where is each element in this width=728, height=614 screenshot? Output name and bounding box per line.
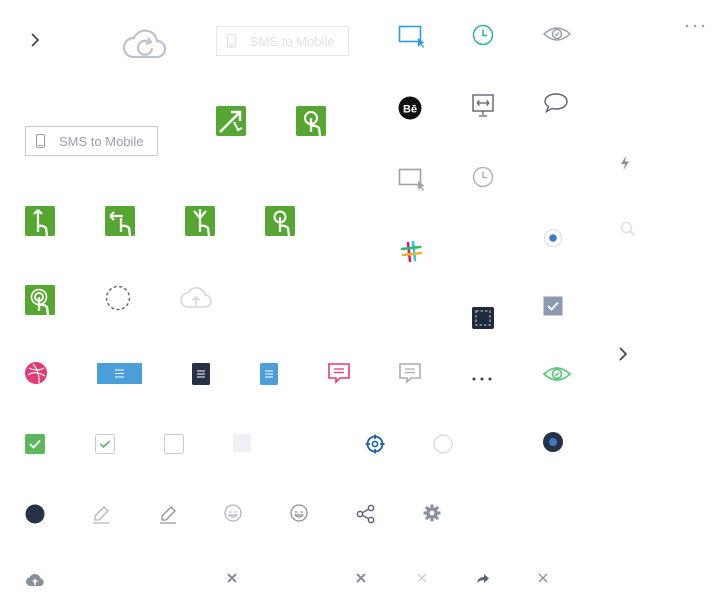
eye-icon[interactable] — [542, 364, 572, 384]
checkbox-disabled-icon — [233, 434, 251, 452]
close-icon[interactable] — [226, 572, 238, 584]
menu-bar-icon[interactable] — [97, 363, 142, 384]
gesture-double-tap-icon — [25, 285, 55, 316]
dribbble-icon[interactable] — [25, 362, 47, 384]
selection-box-icon[interactable] — [472, 307, 494, 329]
document-icon[interactable] — [260, 363, 278, 385]
cloud-sync-icon — [123, 27, 167, 61]
close-icon[interactable] — [355, 572, 367, 584]
sms-to-mobile-button[interactable]: SMS to Mobile — [216, 26, 349, 56]
checkbox-checked-icon[interactable] — [95, 434, 115, 454]
sms-to-mobile-label: SMS to Mobile — [250, 33, 335, 49]
clock-icon[interactable] — [472, 24, 494, 46]
smiley-icon[interactable] — [224, 504, 242, 522]
share-icon[interactable] — [356, 504, 376, 524]
gear-icon[interactable] — [423, 504, 441, 522]
comment-icon[interactable] — [327, 362, 351, 384]
pencil-icon[interactable] — [91, 504, 111, 524]
more-horizontal-icon[interactable] — [471, 375, 493, 383]
document-icon[interactable] — [192, 363, 210, 385]
gesture-swipe-up-icon — [25, 206, 55, 237]
screen-width-icon[interactable] — [471, 93, 497, 119]
sms-to-mobile-label: SMS to Mobile — [59, 133, 144, 149]
close-icon[interactable] — [537, 572, 549, 584]
radio-unselected-icon[interactable] — [433, 434, 453, 454]
svg-text:Bē: Bē — [403, 104, 417, 116]
gesture-tap-icon — [296, 106, 326, 137]
select-area-icon[interactable] — [398, 25, 426, 49]
mobile-phone-icon — [227, 34, 236, 48]
gesture-drag-icon — [216, 106, 246, 136]
gesture-pinch-icon — [185, 206, 215, 237]
checkbox-unchecked-icon[interactable] — [164, 434, 184, 454]
chevron-right-icon[interactable] — [29, 32, 41, 48]
radio-selected-icon[interactable] — [543, 228, 563, 248]
status-dot-icon — [25, 504, 45, 524]
slack-icon[interactable] — [399, 240, 423, 264]
smiley-icon[interactable] — [290, 504, 308, 522]
checkbox-checked-icon[interactable] — [543, 296, 563, 316]
cloud-upload-icon[interactable] — [25, 572, 45, 588]
behance-icon[interactable]: Bē — [398, 96, 422, 120]
search-icon[interactable] — [620, 221, 636, 237]
forward-icon[interactable] — [476, 572, 490, 584]
select-area-icon[interactable] — [398, 168, 426, 192]
clock-icon[interactable] — [472, 166, 494, 188]
checkbox-checked-icon[interactable] — [25, 434, 45, 454]
radio-selected-icon[interactable] — [543, 432, 563, 452]
cloud-upload-icon — [180, 285, 212, 309]
gesture-tap-icon — [265, 206, 295, 237]
eye-icon[interactable] — [542, 24, 572, 44]
close-icon[interactable] — [416, 572, 428, 584]
pencil-icon[interactable] — [158, 504, 178, 524]
more-horizontal-icon[interactable] — [684, 22, 706, 30]
gesture-swipe-left-icon — [105, 206, 135, 237]
flash-icon[interactable] — [619, 155, 631, 171]
chevron-right-icon[interactable] — [617, 346, 629, 362]
loading-spinner-icon — [105, 285, 131, 311]
sms-to-mobile-button[interactable]: SMS to Mobile — [25, 126, 158, 156]
chat-bubble-icon[interactable] — [543, 92, 569, 114]
comment-icon[interactable] — [398, 362, 422, 384]
crosshair-icon[interactable] — [365, 434, 385, 454]
mobile-phone-icon — [36, 134, 45, 148]
